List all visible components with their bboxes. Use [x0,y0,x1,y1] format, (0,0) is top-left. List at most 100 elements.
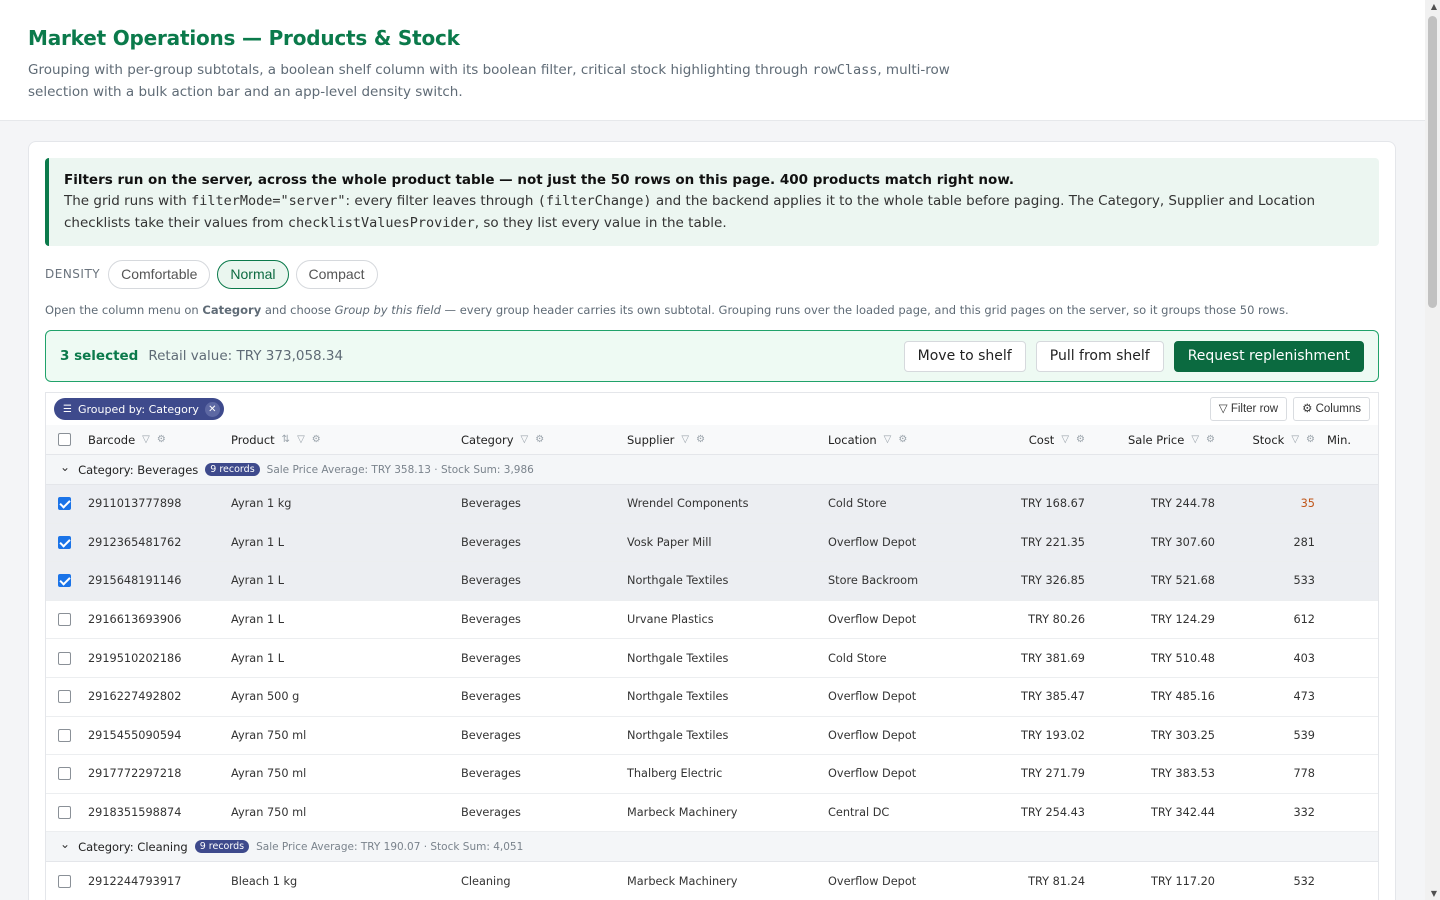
cost-cell: TRY 381.69 [1020,651,1085,665]
table-row[interactable]: 2911013777898 Ayran 1 kg Beverages Wrendel … [46,485,1378,524]
price-cell: TRY 485.16 [1150,690,1215,704]
cost-cell: TRY 168.67 [1020,497,1085,511]
filter-row-button[interactable]: ▽ Filter row [1209,397,1288,421]
row-checkbox[interactable] [58,497,71,511]
table-row[interactable]: 2912365481762 Ayran 1 L Beverages Vosk Pape… [46,523,1378,563]
pull-from-shelf-button[interactable]: Pull from shelf [1035,340,1164,372]
supplier-cell: Marbeck Machinery [627,806,738,820]
row-checkbox[interactable] [58,535,71,549]
filter-icon[interactable]: ▽ [142,434,150,445]
filter-icon[interactable]: ▽ [1291,434,1299,445]
gear-icon[interactable]: ⚙ [1076,434,1085,445]
gear-icon[interactable]: ⚙ [1306,434,1315,445]
supplier-cell: Thalberg Electric [627,767,723,781]
selection-count: 3 selected [60,348,139,364]
gear-icon[interactable]: ⚙ [1206,434,1215,445]
density-compact-button[interactable]: Compact [295,259,378,289]
density-comfortable-button[interactable]: Comfortable [108,259,211,289]
move-to-shelf-button[interactable]: Move to shelf [903,340,1026,372]
gear-icon[interactable]: ⚙ [312,434,321,445]
column-header-location[interactable]: Location ▽ ⚙ [822,433,973,447]
column-header-label: Location [828,432,877,447]
chevron-down-icon[interactable]: ⌄ [60,460,70,474]
row-checkbox[interactable] [58,613,71,627]
location-cell: Cold Store [828,497,887,511]
supplier-cell: Northgale Textiles [627,690,729,704]
product-grid: ☰ Grouped by: Category ✕ ▽ Filter row ⚙ … [45,392,1379,900]
category-cell: Beverages [461,574,521,588]
column-header-min[interactable]: Min. [1321,433,1371,447]
filter-icon[interactable]: ▽ [884,434,892,445]
table-row[interactable]: 2918351598874 Ayran 750 ml Beverages Marbec… [46,794,1378,833]
density-normal-button[interactable]: Normal [217,259,289,289]
scrollbar-thumb[interactable] [1428,16,1437,308]
remove-group-icon[interactable]: ✕ [204,401,220,417]
sort-icon[interactable]: ⇅ [282,434,290,445]
layers-icon: ☰ [63,403,72,415]
row-checkbox[interactable] [58,874,71,888]
table-row[interactable]: 2919510202186 Ayran 1 L Beverages Northgale… [46,639,1378,678]
supplier-cell: Vosk Paper Mill [627,535,712,549]
column-header-category[interactable]: Category ▽ ⚙ [455,433,621,447]
density-label: DENSITY [45,267,101,281]
scroll-up-icon[interactable]: ▲ [1431,2,1437,11]
gear-icon[interactable]: ⚙ [696,434,705,445]
product-cell: Ayran 1 L [231,535,285,549]
category-cell: Beverages [461,728,521,742]
group-chip[interactable]: ☰ Grouped by: Category ✕ [54,398,224,420]
page-scrollbar[interactable]: ▲ ▼ [1425,0,1440,900]
table-row[interactable]: 2912244793917 Bleach 1 kg Cleaning Marbeck … [46,862,1378,900]
chevron-down-icon[interactable]: ⌄ [60,837,70,851]
table-row[interactable]: 2916227492802 Ayran 500 g Beverages Northga… [46,678,1378,717]
column-header-sale-price[interactable]: Sale Price ▽ ⚙ [1091,433,1221,447]
banner-text-4: , so they list every value in the table. [474,215,727,231]
category-cell: Beverages [461,690,521,704]
price-cell: TRY 117.20 [1150,874,1215,888]
product-cell: Ayran 1 kg [231,497,292,511]
location-cell: Overflow Depot [828,535,917,549]
row-select-cell [46,862,82,900]
subtitle-text: Grouping with per-group subtotals, a boo… [28,62,813,78]
columns-button[interactable]: ⚙ Columns [1293,397,1370,421]
gear-icon[interactable]: ⚙ [535,434,544,445]
cost-cell: TRY 385.47 [1020,690,1085,704]
select-all-checkbox[interactable] [58,433,71,446]
column-header-stock[interactable]: Stock ▽ ⚙ [1221,433,1321,447]
select-all-cell [46,425,82,454]
filter-icon[interactable]: ▽ [1191,434,1199,445]
group-header-row[interactable]: ⌄ Category: Beverages 9 records Sale Price … [46,455,1378,485]
row-checkbox[interactable] [58,728,71,742]
stock-cell: 778 [1293,767,1315,781]
request-replenishment-button[interactable]: Request replenishment [1173,340,1364,372]
table-row[interactable]: 2915455090594 Ayran 750 ml Beverages Northg… [46,717,1378,756]
row-checkbox[interactable] [58,651,71,665]
banner-text-2: : every filter leaves through [345,193,538,209]
row-checkbox[interactable] [58,690,71,704]
column-header-product[interactable]: Product ⇅ ▽ ⚙ [225,433,455,447]
filter-icon[interactable]: ▽ [1061,434,1069,445]
cost-cell: TRY 326.85 [1020,574,1085,588]
row-select-cell [46,485,82,523]
filter-icon[interactable]: ▽ [681,434,689,445]
filter-icon: ▽ [1218,403,1228,415]
row-checkbox[interactable] [58,574,71,588]
filter-icon[interactable]: ▽ [521,434,529,445]
table-row[interactable]: 2915648191146 Ayran 1 L Beverages Northgale… [46,562,1378,601]
cost-cell: TRY 81.24 [1028,874,1085,888]
product-cell: Ayran 1 L [231,574,285,588]
column-header-supplier[interactable]: Supplier ▽ ⚙ [621,433,822,447]
scroll-down-icon[interactable]: ▼ [1431,889,1437,898]
column-header-barcode[interactable]: Barcode ▽ ⚙ [82,433,225,447]
row-checkbox[interactable] [58,806,71,820]
cost-cell: TRY 193.02 [1020,728,1085,742]
row-checkbox[interactable] [58,767,71,781]
table-row[interactable]: 2916613693906 Ayran 1 L Beverages Urvane Pl… [46,601,1378,640]
gear-icon[interactable]: ⚙ [898,434,907,445]
column-header-cost[interactable]: Cost ▽ ⚙ [973,433,1091,447]
location-cell: Overflow Depot [828,767,917,781]
table-row[interactable]: 2917772297218 Ayran 750 ml Beverages Thalbe… [46,755,1378,794]
row-select-cell [46,601,82,639]
filter-icon[interactable]: ▽ [297,434,305,445]
gear-icon[interactable]: ⚙ [157,434,166,445]
group-header-row[interactable]: ⌄ Category: Cleaning 9 records Sale Price A… [46,832,1378,863]
